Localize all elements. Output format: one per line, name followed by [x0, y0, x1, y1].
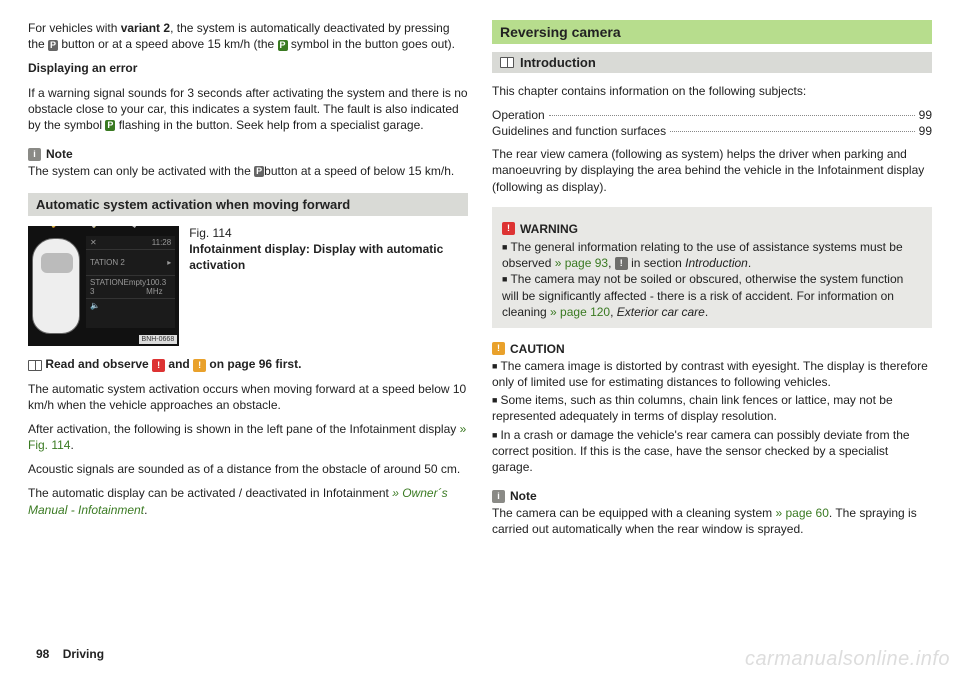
text: . — [705, 305, 708, 319]
variant-label: variant 2 — [121, 21, 170, 35]
acoustic-para: Acoustic signals are sounded as of a dis… — [28, 461, 468, 477]
toc-dots — [549, 115, 915, 116]
text: , — [610, 305, 617, 319]
fig-number: Fig. 114 — [189, 226, 231, 240]
p-flash-icon: P — [105, 120, 115, 131]
info-icon: i — [28, 148, 41, 161]
text: The camera can be equipped with a cleani… — [492, 506, 776, 520]
figure-caption: Fig. 114 Infotainment display: Display w… — [189, 226, 468, 346]
text: button at a speed of below 15 km/h. — [264, 164, 454, 178]
intro-label: Introduction — [520, 55, 596, 70]
speaker-icon: 🔈 — [90, 301, 100, 310]
after-activation-para: After activation, the following is shown… — [28, 421, 468, 453]
text: . — [70, 438, 73, 452]
text: flashing in the button. Seek help from a… — [115, 118, 423, 132]
text: The automatic display can be activated /… — [28, 486, 392, 500]
text: For vehicles with — [28, 21, 121, 35]
note-body: The camera can be equipped with a cleani… — [492, 505, 932, 537]
info-icon: i — [492, 490, 505, 503]
text: After activation, the following is shown… — [28, 422, 460, 436]
intro-bar: Introduction — [492, 52, 932, 73]
note-label: Note — [46, 147, 73, 161]
text: , — [608, 256, 615, 270]
page-link[interactable]: » page 60 — [776, 506, 829, 520]
infotainment-panel: ✕11:28 TATION 2▸ STATION 3Empty100.3 MHz… — [86, 236, 175, 328]
toc-label: Operation — [492, 108, 545, 122]
read-observe: Read and observe ! and ! on page 96 firs… — [28, 356, 468, 372]
left-column: For vehicles with variant 2, the system … — [28, 20, 468, 546]
text: In a crash or damage the vehicle's rear … — [492, 428, 910, 474]
text: . — [748, 256, 751, 270]
caution-marker-icon: ! — [193, 359, 206, 372]
warning-ref-icon: ! — [615, 257, 628, 270]
text: on page 96 first. — [206, 357, 301, 371]
book-icon — [28, 360, 42, 371]
warning-label: WARNING — [520, 221, 578, 237]
variant2-paragraph: For vehicles with variant 2, the system … — [28, 20, 468, 52]
section-name: Driving — [63, 647, 104, 661]
panel-time: 11:28 — [152, 238, 171, 247]
note-body: The system can only be activated with th… — [28, 163, 468, 179]
caution-label: CAUTION — [510, 342, 565, 356]
toc-label: Guidelines and function surfaces — [492, 124, 666, 138]
toc-row: Guidelines and function surfaces 99 — [492, 124, 932, 138]
panel-station2: TATION 2 — [90, 258, 125, 267]
chapter-title-bar: Reversing camera — [492, 20, 932, 44]
watermark: carmanualsonline.info — [745, 648, 950, 671]
text: The camera image is distorted by contras… — [492, 359, 928, 389]
warning-box: ! WARNING ■The general information relat… — [492, 207, 932, 328]
caution-icon: ! — [492, 342, 505, 355]
page: For vehicles with variant 2, the system … — [0, 0, 960, 576]
panel-empty: Empty — [123, 278, 146, 296]
page-number: 98 — [36, 647, 49, 661]
warning-item: ■The general information relating to the… — [502, 239, 922, 271]
infotainment-ref-para: The automatic display can be activated /… — [28, 485, 468, 517]
p-symbol-icon: P — [278, 40, 288, 51]
section-ref: Exterior car care — [617, 305, 705, 319]
warning-marker-icon: ! — [152, 359, 165, 372]
toc-page: 99 — [919, 124, 932, 138]
caution-heading: ! CAUTION — [492, 342, 932, 356]
page-link[interactable]: » page 120 — [550, 305, 610, 319]
auto-activation-para: The automatic system activation occurs w… — [28, 381, 468, 413]
fig-title: Infotainment display: Display with autom… — [189, 242, 443, 272]
text: in section — [628, 256, 685, 270]
text: button or at a speed above 15 km/h (the — [58, 37, 277, 51]
figure-block: ⌒⌒⌒ ⌒⌒⌒ ✕11:28 TATION 2▸ STATION 3Empty1… — [28, 226, 468, 346]
p-button-icon: P — [48, 40, 58, 51]
text: Some items, such as thin columns, chain … — [492, 393, 893, 423]
warning-heading: ! WARNING — [502, 221, 922, 237]
error-body: If a warning signal sounds for 3 seconds… — [28, 85, 468, 134]
warning-icon: ! — [502, 222, 515, 235]
figure-image: ⌒⌒⌒ ⌒⌒⌒ ✕11:28 TATION 2▸ STATION 3Empty1… — [28, 226, 179, 346]
note-heading: i Note — [28, 147, 468, 161]
warning-item: ■The camera may not be soiled or obscure… — [502, 271, 922, 320]
text: and — [165, 357, 193, 371]
caution-item: ■Some items, such as thin columns, chain… — [492, 392, 932, 424]
toc-page: 99 — [919, 108, 932, 122]
page-link[interactable]: » page 93 — [555, 256, 608, 270]
text: The system can only be activated with th… — [28, 164, 254, 178]
caution-item: ■In a crash or damage the vehicle's rear… — [492, 427, 932, 476]
p-button-icon: P — [254, 166, 264, 177]
text: symbol in the button goes out). — [288, 37, 455, 51]
panel-freq: 100.3 MHz — [146, 278, 171, 296]
section-ref: Introduction — [685, 256, 748, 270]
figure-code: BNH-0668 — [139, 335, 178, 344]
book-icon — [500, 57, 514, 68]
panel-station3: STATION 3 — [90, 278, 123, 296]
text: Read and observe — [45, 357, 152, 371]
error-heading: Displaying an error — [28, 60, 468, 76]
right-column: Reversing camera Introduction This chapt… — [492, 20, 932, 546]
toc-row: Operation 99 — [492, 108, 932, 122]
note-label: Note — [510, 489, 537, 503]
chapter-intro: This chapter contains information on the… — [492, 83, 932, 99]
text: . — [144, 503, 147, 517]
toc-dots — [670, 131, 915, 132]
system-description: The rear view camera (following as syste… — [492, 146, 932, 195]
section-bar: Automatic system activation when moving … — [28, 193, 468, 216]
note-heading: i Note — [492, 489, 932, 503]
page-footer: 98 Driving — [36, 647, 104, 661]
caution-item: ■The camera image is distorted by contra… — [492, 358, 932, 390]
